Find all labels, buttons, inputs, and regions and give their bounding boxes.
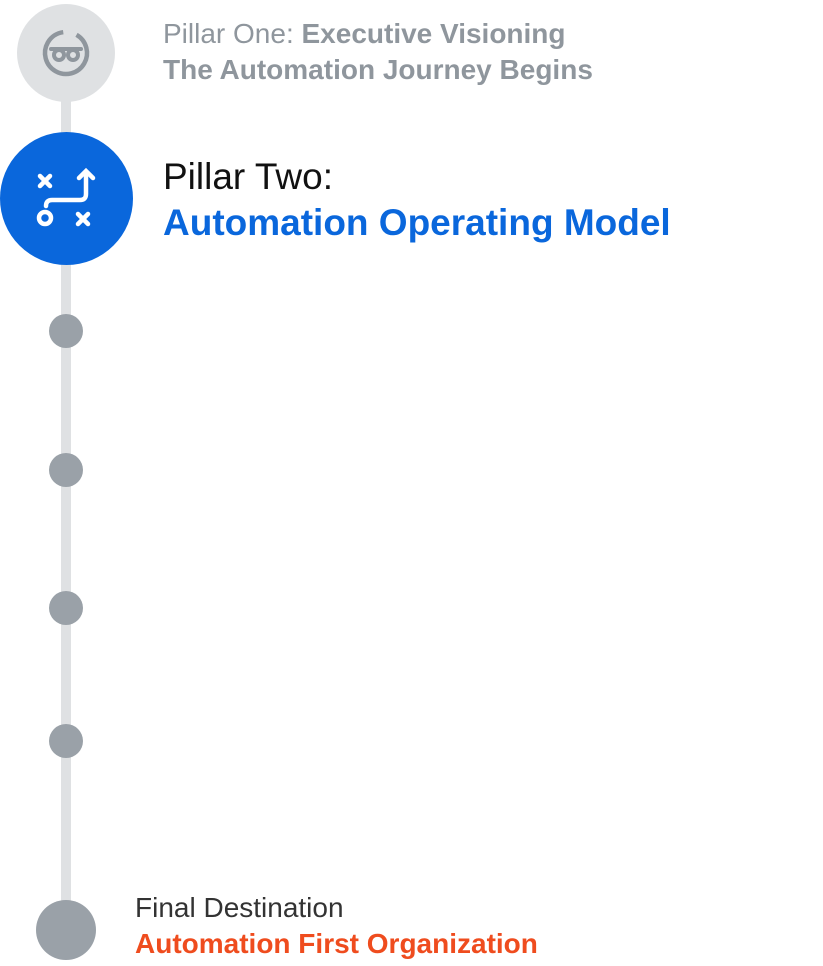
pillar-two-node[interactable] [0, 132, 133, 265]
final-prefix: Final Destination [135, 892, 344, 923]
strategy-play-icon [36, 167, 95, 226]
pillar-one-prefix: Pillar One: [163, 18, 302, 49]
final-destination-label[interactable]: Final Destination Automation First Organ… [135, 890, 538, 962]
timeline-dot-2[interactable] [49, 453, 83, 487]
pillar-two-prefix: Pillar Two: [163, 156, 333, 197]
timeline-dot-3[interactable] [49, 591, 83, 625]
pillar-one-name: Executive Visioning [301, 18, 566, 49]
pillar-one-label[interactable]: Pillar One: Executive Visioning The Auto… [163, 16, 593, 88]
timeline-dot-4[interactable] [49, 724, 83, 758]
pillar-two-name: Automation Operating Model [163, 202, 671, 243]
pillar-two-label[interactable]: Pillar Two: Automation Operating Model [163, 154, 671, 246]
pillar-one-subtitle: The Automation Journey Begins [163, 54, 593, 85]
timeline-dot-1[interactable] [49, 314, 83, 348]
glasses-icon [42, 29, 90, 77]
final-name: Automation First Organization [135, 928, 538, 959]
final-destination-node[interactable] [36, 900, 96, 960]
pillar-one-node[interactable] [17, 4, 115, 102]
